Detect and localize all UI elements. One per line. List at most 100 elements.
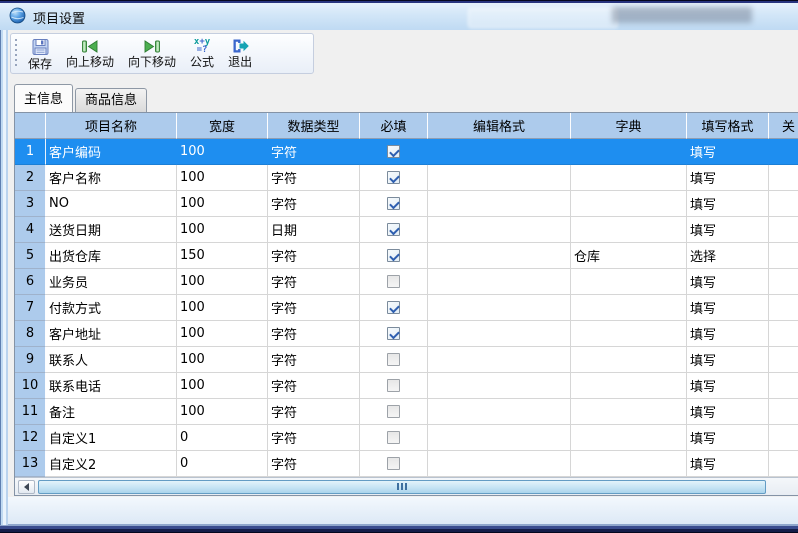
checkbox-checked[interactable] <box>387 301 400 314</box>
cell-dictionary[interactable] <box>571 451 687 477</box>
row-number-cell[interactable]: 6 <box>15 269 46 295</box>
cell-fill-format[interactable]: 填写 <box>687 373 769 399</box>
cell-width[interactable]: 100 <box>177 217 268 243</box>
cell-edit-format[interactable] <box>428 347 571 373</box>
row-number-cell[interactable]: 10 <box>15 373 46 399</box>
cell-link[interactable] <box>769 217 798 243</box>
row-number-cell[interactable]: 7 <box>15 295 46 321</box>
cell-item-name[interactable]: 联系电话 <box>46 373 177 399</box>
cell-item-name[interactable]: NO <box>46 191 177 217</box>
cell-dictionary[interactable] <box>571 269 687 295</box>
cell-item-name[interactable]: 业务员 <box>46 269 177 295</box>
column-header-dictionary[interactable]: 字典 <box>571 113 687 139</box>
cell-data-type[interactable]: 字符 <box>268 165 360 191</box>
cell-required[interactable] <box>360 269 428 295</box>
cell-dictionary[interactable] <box>571 165 687 191</box>
cell-item-name[interactable]: 客户编码 <box>46 139 177 165</box>
cell-item-name[interactable]: 备注 <box>46 399 177 425</box>
cell-link[interactable] <box>769 139 798 165</box>
row-number-cell[interactable]: 4 <box>15 217 46 243</box>
column-header-row-number[interactable] <box>15 113 46 139</box>
cell-edit-format[interactable] <box>428 425 571 451</box>
cell-required[interactable] <box>360 217 428 243</box>
cell-dictionary[interactable] <box>571 139 687 165</box>
cell-fill-format[interactable]: 填写 <box>687 139 769 165</box>
cell-item-name[interactable]: 客户地址 <box>46 321 177 347</box>
cell-edit-format[interactable] <box>428 165 571 191</box>
cell-item-name[interactable]: 客户名称 <box>46 165 177 191</box>
cell-link[interactable] <box>769 165 798 191</box>
row-number-cell[interactable]: 9 <box>15 347 46 373</box>
cell-link[interactable] <box>769 321 798 347</box>
cell-fill-format[interactable]: 填写 <box>687 295 769 321</box>
cell-required[interactable] <box>360 243 428 269</box>
cell-link[interactable] <box>769 425 798 451</box>
cell-required[interactable] <box>360 425 428 451</box>
cell-link[interactable] <box>769 399 798 425</box>
row-number-cell[interactable]: 2 <box>15 165 46 191</box>
cell-item-name[interactable]: 自定义1 <box>46 425 177 451</box>
cell-data-type[interactable]: 日期 <box>268 217 360 243</box>
checkbox-checked[interactable] <box>387 223 400 236</box>
cell-width[interactable]: 100 <box>177 347 268 373</box>
row-number-cell[interactable]: 1 <box>15 139 46 165</box>
cell-dictionary[interactable] <box>571 347 687 373</box>
checkbox-checked[interactable] <box>387 197 400 210</box>
column-header-width[interactable]: 宽度 <box>177 113 268 139</box>
row-number-cell[interactable]: 5 <box>15 243 46 269</box>
cell-item-name[interactable]: 送货日期 <box>46 217 177 243</box>
cell-fill-format[interactable]: 填写 <box>687 451 769 477</box>
cell-required[interactable] <box>360 399 428 425</box>
cell-fill-format[interactable]: 填写 <box>687 321 769 347</box>
column-header-data-type[interactable]: 数据类型 <box>268 113 360 139</box>
checkbox-unchecked[interactable] <box>387 457 400 470</box>
cell-link[interactable] <box>769 243 798 269</box>
cell-width[interactable]: 100 <box>177 191 268 217</box>
column-header-fill-format[interactable]: 填写格式 <box>687 113 769 139</box>
checkbox-checked[interactable] <box>387 145 400 158</box>
row-number-cell[interactable]: 12 <box>15 425 46 451</box>
checkbox-checked[interactable] <box>387 327 400 340</box>
cell-link[interactable] <box>769 269 798 295</box>
cell-data-type[interactable]: 字符 <box>268 295 360 321</box>
cell-required[interactable] <box>360 373 428 399</box>
cell-dictionary[interactable]: 仓库 <box>571 243 687 269</box>
cell-item-name[interactable]: 自定义2 <box>46 451 177 477</box>
column-header-link[interactable]: 关 <box>769 113 798 139</box>
tab-main-info[interactable]: 主信息 <box>14 84 73 112</box>
checkbox-checked[interactable] <box>387 171 400 184</box>
cell-link[interactable] <box>769 191 798 217</box>
cell-dictionary[interactable] <box>571 399 687 425</box>
cell-fill-format[interactable]: 填写 <box>687 165 769 191</box>
formula-button[interactable]: x+y =? 公式 <box>183 36 221 71</box>
cell-width[interactable]: 100 <box>177 165 268 191</box>
cell-edit-format[interactable] <box>428 243 571 269</box>
row-number-cell[interactable]: 3 <box>15 191 46 217</box>
scrollbar-thumb[interactable] <box>38 480 766 494</box>
cell-dictionary[interactable] <box>571 373 687 399</box>
row-number-cell[interactable]: 8 <box>15 321 46 347</box>
cell-edit-format[interactable] <box>428 191 571 217</box>
cell-required[interactable] <box>360 451 428 477</box>
cell-edit-format[interactable] <box>428 399 571 425</box>
cell-dictionary[interactable] <box>571 217 687 243</box>
scroll-left-button[interactable] <box>18 480 35 494</box>
cell-fill-format[interactable]: 填写 <box>687 399 769 425</box>
exit-button[interactable]: 退出 <box>221 36 259 71</box>
cell-required[interactable] <box>360 347 428 373</box>
checkbox-unchecked[interactable] <box>387 353 400 366</box>
save-button[interactable]: 保存 <box>21 36 59 71</box>
cell-link[interactable] <box>769 295 798 321</box>
column-header-required[interactable]: 必填 <box>360 113 428 139</box>
move-up-button[interactable]: 向上移动 <box>59 36 121 71</box>
cell-required[interactable] <box>360 191 428 217</box>
cell-fill-format[interactable]: 选择 <box>687 243 769 269</box>
cell-fill-format[interactable]: 填写 <box>687 269 769 295</box>
cell-width[interactable]: 100 <box>177 295 268 321</box>
tab-product-info[interactable]: 商品信息 <box>75 88 147 112</box>
checkbox-unchecked[interactable] <box>387 431 400 444</box>
cell-width[interactable]: 0 <box>177 425 268 451</box>
cell-edit-format[interactable] <box>428 373 571 399</box>
row-number-cell[interactable]: 13 <box>15 451 46 477</box>
cell-dictionary[interactable] <box>571 321 687 347</box>
